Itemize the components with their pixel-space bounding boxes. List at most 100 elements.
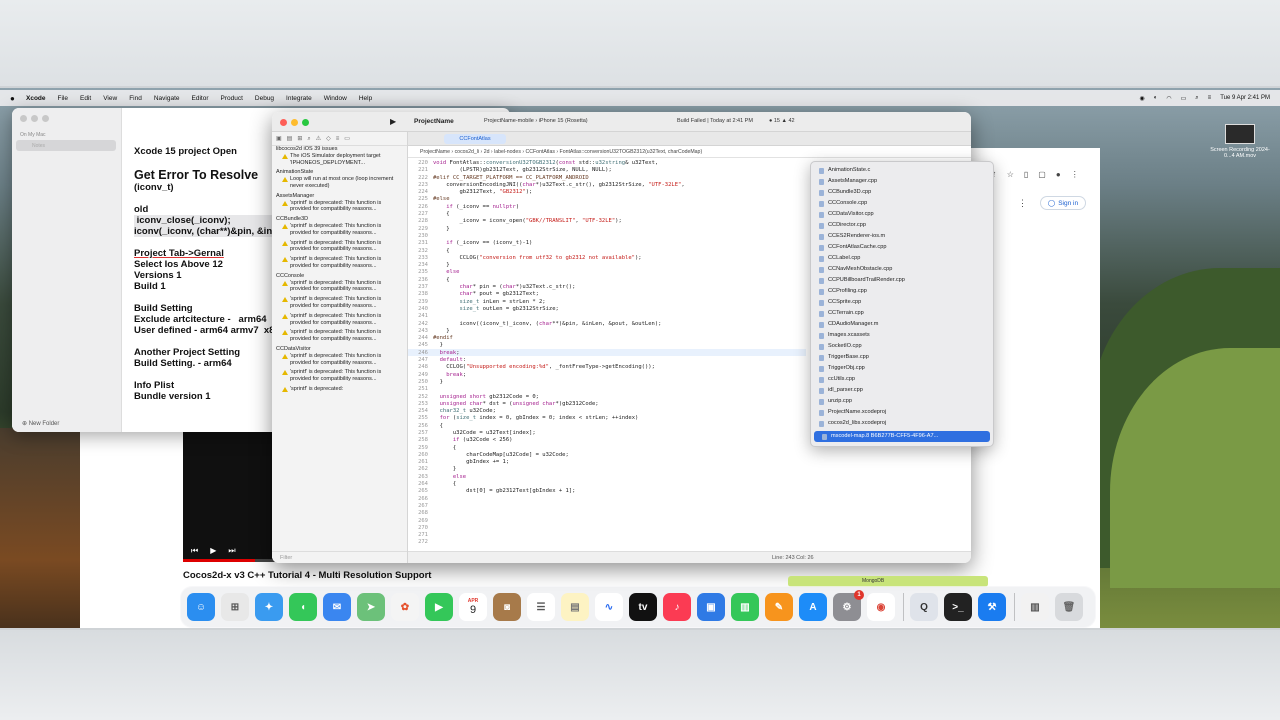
xcode-icon[interactable]: ⚒ — [978, 593, 1006, 621]
quicktime-icon[interactable]: Q — [910, 593, 938, 621]
menu-view[interactable]: View — [103, 95, 117, 102]
popup-file-item[interactable]: ProjectName.xcodeproj — [811, 407, 993, 418]
sidebar-icon[interactable]: ▯ — [1024, 170, 1028, 179]
trash-icon[interactable]: 🗑 — [1055, 593, 1083, 621]
minimize-button[interactable] — [31, 115, 38, 122]
next-icon[interactable]: ⏭ — [228, 546, 235, 556]
photos-icon[interactable]: ✿ — [391, 593, 419, 621]
menu-editor[interactable]: Editor — [192, 95, 209, 102]
tv-icon[interactable]: tv — [629, 593, 657, 621]
issue-item[interactable]: 'sprintf' is deprecated: This function i… — [272, 296, 397, 310]
more-options-icon[interactable]: ⋮ — [1018, 198, 1027, 209]
breadcrumb[interactable]: ProjectName › cocos2d_li › 2d › label-no… — [408, 146, 971, 158]
issue-item[interactable]: 'sprintf' is deprecated: This function i… — [272, 353, 397, 367]
freeform-icon[interactable]: ∿ — [595, 593, 623, 621]
popup-file-item[interactable]: AnimationState.c — [811, 165, 993, 176]
wifi-icon[interactable]: ◠ — [1166, 95, 1171, 102]
source-editor[interactable]: 220 221 222 223 224 225 226 227 228 229 230 231 232 2… — [408, 158, 806, 551]
notes-icon[interactable]: ▤ — [561, 593, 589, 621]
navigator-tabs[interactable]: ▣▤⊞⌕⚠◇≡▭ — [272, 132, 407, 146]
app-store-icon[interactable]: A — [799, 593, 827, 621]
close-button[interactable] — [280, 119, 287, 126]
popup-file-item[interactable]: CCBundle3D.cpp — [811, 187, 993, 198]
terminal-icon[interactable]: >_ — [944, 593, 972, 621]
popup-file-item[interactable]: CDAudioManager.m — [811, 319, 993, 330]
chrome-icon[interactable]: ◉ — [867, 593, 895, 621]
issue-group[interactable]: AnimationState — [272, 169, 407, 176]
music-icon[interactable]: ♪ — [663, 593, 691, 621]
popup-file-item[interactable]: CCDirector.cpp — [811, 220, 993, 231]
facetime-icon[interactable]: ▶ — [425, 593, 453, 621]
numbers-icon[interactable]: ▥ — [731, 593, 759, 621]
run-icon[interactable]: ▶ — [390, 117, 396, 126]
menu-debug[interactable]: Debug — [255, 95, 274, 102]
search-icon[interactable]: ⌕ — [1195, 95, 1198, 102]
popup-file-item[interactable]: TriggerBase.cpp — [811, 352, 993, 363]
popup-file-item[interactable]: ccUtils.cpp — [811, 374, 993, 385]
issue-group[interactable]: AssetsManager — [272, 193, 407, 200]
keynote-icon[interactable]: ▣ — [697, 593, 725, 621]
battery-icon[interactable]: ▭ — [1181, 95, 1187, 102]
popup-file-item[interactable]: CCES2Renderer-ios.m — [811, 231, 993, 242]
play-icon[interactable]: ▶ — [210, 546, 216, 556]
star-icon[interactable]: ☆ — [1007, 170, 1014, 179]
maps-icon[interactable]: ➤ — [357, 593, 385, 621]
note-body[interactable]: Xcode 15 project Open Get Error To Resol… — [134, 146, 290, 402]
popup-file-item[interactable]: unzip.cpp — [811, 396, 993, 407]
issue-item[interactable]: 'sprintf' is deprecated: This function i… — [272, 280, 397, 294]
zoom-button[interactable] — [302, 119, 309, 126]
issue-item[interactable]: 'sprintf' is deprecated: This function i… — [272, 223, 397, 237]
popup-file-item[interactable]: CCSprite.cpp — [811, 297, 993, 308]
menu-edit[interactable]: Edit — [80, 95, 91, 102]
messages-icon[interactable]: ◖ — [289, 593, 317, 621]
issue-badge[interactable]: ● 15 ▲ 42 — [769, 118, 795, 124]
previous-icon[interactable]: ⏮ — [191, 546, 198, 556]
finder-icon[interactable]: ☺ — [187, 593, 215, 621]
menu-file[interactable]: File — [58, 95, 68, 102]
apple-icon[interactable]: ● — [10, 94, 18, 103]
calendar-icon[interactable]: APR 9 — [459, 593, 487, 621]
scheme-selector[interactable]: ProjectName-mobile › iPhone 15 (Rosetta) — [484, 118, 588, 124]
new-folder-button[interactable]: ⊕ New Folder — [22, 420, 59, 427]
menu-integrate[interactable]: Integrate — [286, 95, 312, 102]
issue-item[interactable]: The iOS Simulator deployment target 'IPH… — [272, 153, 397, 167]
popup-file-item[interactable]: idl_parser.cpp — [811, 385, 993, 396]
safari-icon[interactable]: ✦ — [255, 593, 283, 621]
menu-xcode[interactable]: Xcode — [26, 95, 46, 102]
zoom-button[interactable] — [42, 115, 49, 122]
menu-product[interactable]: Product — [220, 95, 242, 102]
system-settings-icon[interactable]: ⚙ 1 — [833, 590, 864, 621]
menu-window[interactable]: Window — [324, 95, 347, 102]
pages-icon[interactable]: ✎ — [765, 593, 793, 621]
sidebar-item-notes[interactable]: Notes — [16, 140, 116, 151]
tab-ccfontatlas[interactable]: CCFontAtlas — [444, 134, 506, 144]
popup-file-item[interactable]: CCTerrain.cpp — [811, 308, 993, 319]
popup-file-item[interactable]: cocos2d_libs.xcodeproj — [811, 418, 993, 429]
popup-file-item[interactable]: CCDataVisitor.cpp — [811, 209, 993, 220]
video-title[interactable]: Cocos2d-x v3 C++ Tutorial 4 - Multi Reso… — [183, 570, 431, 581]
reminders-icon[interactable]: ☰ — [527, 593, 555, 621]
issue-group[interactable]: libcocos2d iOS 39 issues — [272, 146, 407, 153]
issue-item[interactable]: 'sprintf' is deprecated: This function i… — [272, 313, 397, 327]
record-icon[interactable]: ◉ — [1140, 95, 1145, 102]
menu-navigate[interactable]: Navigate — [154, 95, 180, 102]
desktop-file-icon[interactable]: Screen Recording 2024-0...4 AM.mov — [1207, 124, 1273, 159]
issue-item[interactable]: 'sprintf' is deprecated: — [272, 386, 397, 393]
popup-file-item[interactable]: CCPUBillboardTrailRender.cpp — [811, 275, 993, 286]
contacts-icon[interactable]: ◙ — [493, 593, 521, 621]
popup-file-item[interactable]: CCProfiling.cpp — [811, 286, 993, 297]
popup-file-item[interactable]: TriggerObj.cpp — [811, 363, 993, 374]
issue-item[interactable]: 'sprintf' is deprecated: This function i… — [272, 369, 397, 383]
menu-help[interactable]: Help — [359, 95, 372, 102]
sign-in-button[interactable]: ◯ Sign in — [1040, 196, 1086, 210]
menubar-clock[interactable]: Tue 9 Apr 2:41 PM — [1220, 95, 1270, 101]
menu-dots-icon[interactable]: ⋮ — [1071, 170, 1079, 179]
source-code[interactable]: void FontAtlas::conversionU32TOGB2312(co… — [433, 160, 685, 496]
issue-group[interactable]: CCBundle3D — [272, 216, 407, 223]
minimize-button[interactable] — [291, 119, 298, 126]
popup-file-item[interactable]: CCConsole.cpp — [811, 198, 993, 209]
close-button[interactable] — [20, 115, 27, 122]
issue-group[interactable]: CCDataVisitor — [272, 346, 407, 353]
downloads-folder-icon[interactable]: ▥ — [1021, 593, 1049, 621]
control-icon[interactable]: ◐ — [1154, 95, 1158, 101]
